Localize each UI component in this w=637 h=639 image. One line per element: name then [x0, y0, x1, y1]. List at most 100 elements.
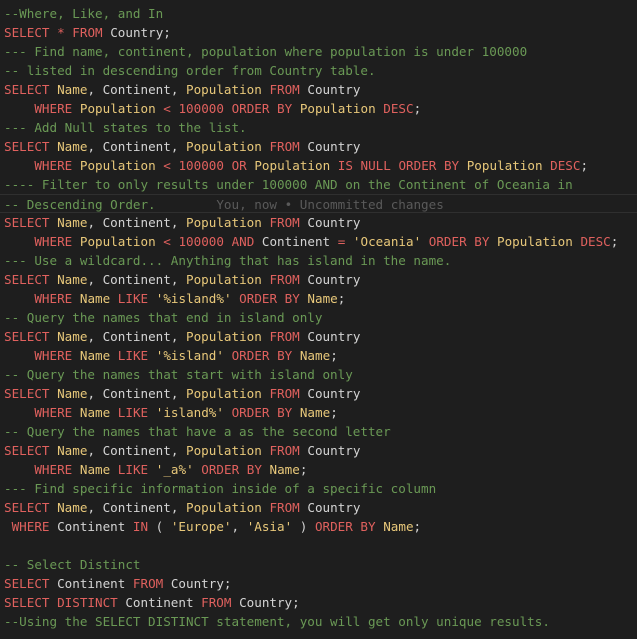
code-token: Name: [57, 139, 88, 154]
code-token: SELECT: [4, 215, 50, 230]
code-line[interactable]: -- Select Distinct: [0, 555, 637, 574]
code-token: NULL: [360, 158, 391, 173]
code-token: ;: [610, 234, 619, 249]
code-token: Population: [497, 234, 573, 249]
code-line[interactable]: --- Use a wildcard... Anything that has …: [0, 251, 637, 270]
code-line[interactable]: -- Descending Order. You, now • Uncommit…: [0, 194, 637, 213]
code-token: WHERE: [34, 234, 73, 249]
code-token: Continent: [49, 519, 133, 534]
code-token: SELECT DISTINCT: [4, 595, 118, 610]
code-line[interactable]: --- Find specific information inside of …: [0, 479, 637, 498]
git-blame-annotation: You, now • Uncommitted changes: [216, 197, 444, 212]
code-token: , Continent,: [87, 272, 187, 287]
code-token: Country: [299, 386, 361, 401]
code-token: OR: [231, 158, 247, 173]
code-token: Name: [383, 519, 414, 534]
code-token: --Where, Like, and In: [4, 6, 164, 21]
code-token: , Continent,: [87, 139, 187, 154]
code-token: --- Find specific information inside of …: [4, 481, 437, 496]
code-line[interactable]: WHERE Continent IN ( 'Europe', 'Asia' ) …: [0, 517, 637, 536]
code-line[interactable]: ---- Filter to only results under 100000…: [0, 175, 637, 194]
code-token: '%island': [155, 348, 224, 363]
code-line[interactable]: SELECT Name, Continent, Population FROM …: [0, 384, 637, 403]
code-line[interactable]: WHERE Population < 100000 OR Population …: [0, 156, 637, 175]
code-line[interactable]: WHERE Population < 100000 AND Continent …: [0, 232, 637, 251]
code-token: ORDER BY: [428, 234, 490, 249]
code-token: WHERE: [11, 519, 50, 534]
code-token: FROM: [269, 272, 300, 287]
code-line[interactable]: WHERE Name LIKE '_a%' ORDER BY Name;: [0, 460, 637, 479]
code-line[interactable]: SELECT Name, Continent, Population FROM …: [0, 80, 637, 99]
code-token: , Continent,: [87, 215, 187, 230]
code-line[interactable]: SELECT Name, Continent, Population FROM …: [0, 498, 637, 517]
code-token: Population: [186, 139, 262, 154]
code-line[interactable]: -- listed in descending order from Count…: [0, 61, 637, 80]
code-line[interactable]: WHERE Name LIKE '%island' ORDER BY Name;: [0, 346, 637, 365]
code-token: --- Find name, continent, population whe…: [4, 44, 528, 59]
code-token: ;: [580, 158, 589, 173]
code-editor[interactable]: --Where, Like, and In SELECT * FROM Count…: [0, 0, 637, 639]
code-token: , Continent,: [87, 500, 187, 515]
code-token: WHERE: [34, 348, 73, 363]
code-token: WHERE: [34, 405, 73, 420]
code-token: Population: [186, 443, 262, 458]
code-token: FROM: [269, 82, 300, 97]
code-token: DESC: [580, 234, 611, 249]
code-line[interactable]: SELECT DISTINCT Continent FROM Country;: [0, 593, 637, 612]
code-token: SELECT: [4, 386, 50, 401]
code-token: LIKE: [117, 348, 149, 363]
code-line[interactable]: --- Add Null states to the list.: [0, 118, 637, 137]
code-token: Population: [186, 386, 262, 401]
code-token: Country;: [231, 595, 300, 610]
code-line[interactable]: SELECT Name, Continent, Population FROM …: [0, 441, 637, 460]
code-line[interactable]: -- Query the names that end in island on…: [0, 308, 637, 327]
code-token: IN: [132, 519, 149, 534]
code-line[interactable]: -- Query the names that start with islan…: [0, 365, 637, 384]
code-token: LIKE: [117, 462, 149, 477]
code-token: Population: [254, 158, 331, 173]
code-line[interactable]: --Where, Like, and In: [0, 4, 637, 23]
code-line[interactable]: WHERE Name LIKE '%island%' ORDER BY Name…: [0, 289, 637, 308]
code-line[interactable]: SELECT Continent FROM Country;: [0, 574, 637, 593]
code-line[interactable]: WHERE Population < 100000 ORDER BY Popul…: [0, 99, 637, 118]
code-token: *: [57, 25, 65, 40]
code-line[interactable]: --Using the SELECT DISTINCT statement, y…: [0, 612, 637, 631]
code-line[interactable]: SELECT Name, Continent, Population FROM …: [0, 327, 637, 346]
code-line[interactable]: WHERE Name LIKE 'island%' ORDER BY Name;: [0, 403, 637, 422]
code-token: Name: [79, 405, 111, 420]
code-token: 'island%': [155, 405, 224, 420]
code-token: SELECT: [4, 500, 50, 515]
code-line[interactable]: -- Query the names that have a as the se…: [0, 422, 637, 441]
code-token: ;: [299, 462, 308, 477]
code-line[interactable]: SELECT Name, Continent, Population FROM …: [0, 270, 637, 289]
code-token: --- Add Null states to the list.: [4, 120, 247, 135]
code-line[interactable]: SELECT Name, Continent, Population FROM …: [0, 213, 637, 232]
code-token: Name: [57, 215, 88, 230]
code-line[interactable]: [0, 536, 637, 555]
code-token: 100000: [178, 101, 224, 116]
code-token: FROM: [269, 215, 300, 230]
code-line[interactable]: SELECT * FROM Country;: [0, 23, 637, 42]
code-line[interactable]: --- Find name, continent, population whe…: [0, 42, 637, 61]
code-token: 'Oceania': [352, 234, 422, 249]
code-line[interactable]: SELECT Name, Continent, Population FROM …: [0, 137, 637, 156]
code-token: WHERE: [34, 291, 73, 306]
code-token: SELECT: [4, 25, 50, 40]
code-token: Name: [79, 348, 111, 363]
